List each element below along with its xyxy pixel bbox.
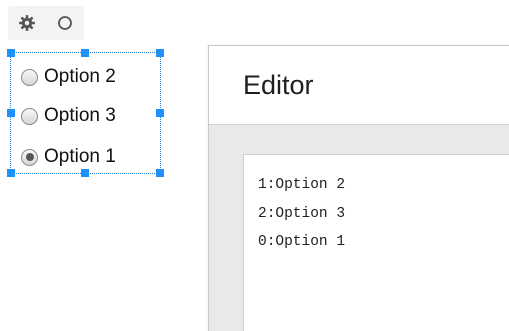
radio-option-label: Option 2 (44, 66, 116, 87)
resize-handle-top[interactable] (81, 49, 89, 57)
radio-option-1[interactable]: Option 1 (21, 143, 116, 171)
gear-icon (19, 15, 35, 31)
editor-line: 1:Option 2 (258, 177, 346, 193)
editor-line: 0:Option 1 (258, 234, 346, 250)
editor-title: Editor (243, 70, 314, 100)
editor-window: Editor 1:Option 2 2:Option 3 0:Option 1 (208, 45, 509, 331)
editor-line: 2:Option 3 (258, 205, 346, 222)
editor-content: 1:Option 2 2:Option 3 0:Option 1 (258, 171, 345, 257)
radio-button[interactable] (21, 68, 38, 86)
resize-handle-top-left[interactable] (7, 49, 15, 57)
resize-handle-right[interactable] (156, 109, 164, 117)
editor-header: Editor (209, 46, 509, 125)
radio-selected-dot (25, 153, 34, 161)
editor-text-area[interactable]: 1:Option 2 2:Option 3 0:Option 1 (243, 154, 509, 331)
radio-group-widget[interactable]: Option 2 Option 3 Option 1 (7, 49, 164, 177)
radio-button-selected[interactable] (21, 148, 38, 166)
resize-handle-left[interactable] (7, 109, 15, 117)
radio-option-label: Option 3 (44, 105, 116, 126)
settings-button[interactable] (17, 13, 37, 33)
resize-handle-bottom-left[interactable] (7, 169, 15, 177)
radio-option-label: Option 1 (44, 146, 116, 167)
widget-toolbar (8, 6, 84, 40)
resize-handle-bottom-right[interactable] (156, 169, 164, 177)
radio-option-2[interactable]: Option 2 (21, 63, 116, 91)
radio-option-3[interactable]: Option 3 (21, 102, 116, 130)
shape-button[interactable] (55, 13, 75, 33)
circle-icon (58, 16, 72, 30)
canvas: Option 2 Option 3 Option 1 Editor 1:Opti… (0, 0, 509, 331)
resize-handle-top-right[interactable] (156, 49, 164, 57)
radio-button[interactable] (21, 107, 38, 125)
